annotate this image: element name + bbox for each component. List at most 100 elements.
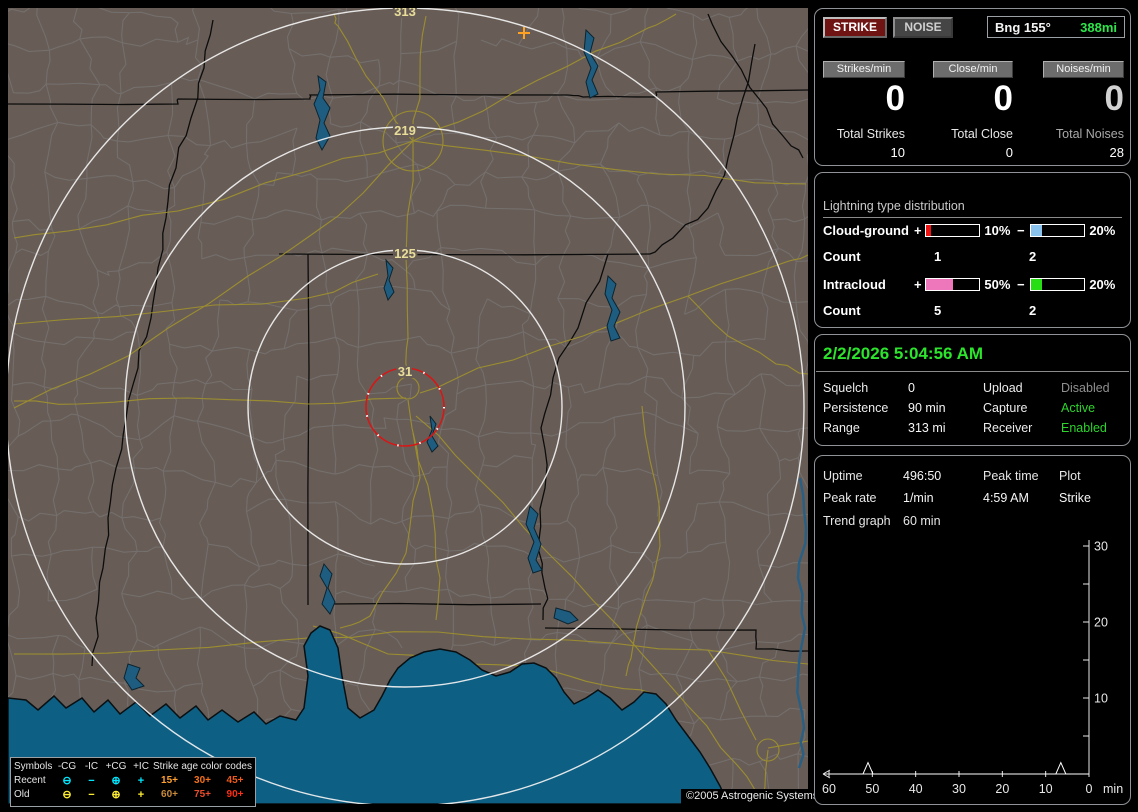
range-ring-label: 219: [394, 123, 416, 138]
legend-col-pos-cg: +CG: [105, 761, 127, 772]
svg-text:10: 10: [1039, 782, 1053, 796]
plus-sign: +: [914, 277, 922, 292]
plot-mode-value: Strike: [1059, 491, 1091, 505]
peak-rate-value: 1/min: [903, 491, 934, 505]
cloud-ground-positive-pct: 10%: [984, 223, 1011, 238]
neg-cg-old-icon: ⊖: [62, 789, 72, 801]
datetime-display: 2/2/2026 5:04:56 AM: [823, 344, 984, 363]
intracloud-positive-pct: 50%: [984, 277, 1011, 292]
noises-counter-column: Noises/min 0 Total Noises 28: [1027, 61, 1124, 160]
distribution-panel: Lightning type distribution Cloud-ground…: [814, 172, 1131, 328]
lightning-map[interactable]: 31 125 219 313: [8, 8, 808, 804]
status-row: Squelch 0 Upload Disabled: [823, 378, 1126, 398]
peak-time-value: 4:59 AM: [983, 491, 1029, 505]
intracloud-positive-count: 5: [934, 303, 942, 318]
upload-status: Disabled: [1061, 381, 1110, 395]
total-noises-label: Total Noises: [1055, 127, 1124, 141]
minus-sign: −: [1017, 223, 1025, 238]
strikes-per-min-value: 0: [885, 79, 905, 118]
svg-text:60: 60: [822, 782, 836, 796]
persistence-value: 90 min: [908, 401, 946, 415]
range-ring-label: 125: [394, 246, 416, 261]
age-60-label: 60+: [161, 789, 178, 800]
pos-cg-recent-icon: ⊕: [111, 775, 121, 787]
runtime-row: Peak rate 1/min 4:59 AM Strike: [823, 487, 1126, 509]
age-15-label: 15+: [161, 775, 178, 786]
cloud-ground-positive-bar: [924, 224, 981, 237]
age-75-label: 75+: [194, 789, 211, 800]
capture-label: Capture: [983, 401, 1028, 415]
trend-panel: Uptime 496:50 Peak time Plot Peak rate 1…: [814, 455, 1131, 805]
legend-col-neg-ic: -IC: [84, 761, 99, 772]
capture-status: Active: [1061, 401, 1096, 415]
svg-text:30: 30: [952, 782, 966, 796]
range-label: Range: [823, 421, 860, 435]
noise-toggle-button[interactable]: NOISE: [893, 17, 953, 38]
legend-recent-label: Recent: [14, 775, 46, 786]
svg-text:50: 50: [865, 782, 879, 796]
total-strikes-value: 10: [890, 145, 905, 160]
close-per-min-button[interactable]: Close/min: [933, 61, 1013, 78]
pos-cg-old-icon: ⊕: [111, 789, 121, 801]
peak-time-label: Peak time: [983, 469, 1039, 483]
range-value: 313 mi: [908, 421, 946, 435]
divider: [816, 371, 1129, 372]
pos-ic-recent-icon: +: [137, 775, 145, 787]
status-panel: 2/2/2026 5:04:56 AM Squelch 0 Upload Dis…: [814, 334, 1131, 446]
pos-ic-old-icon: +: [137, 789, 145, 801]
legend-col-pos-ic: +IC: [133, 761, 149, 772]
status-row: Range 313 mi Receiver Enabled: [823, 418, 1126, 438]
total-close-label: Total Close: [951, 127, 1013, 141]
total-strikes-label: Total Strikes: [836, 127, 905, 141]
svg-text:min: min: [1103, 782, 1123, 796]
intracloud-negative-bar: [1029, 278, 1086, 291]
neg-ic-old-icon: −: [88, 789, 95, 801]
strikes-counter-column: Strikes/min 0 Total Strikes 10: [823, 61, 905, 160]
distribution-title: Lightning type distribution: [823, 199, 1122, 218]
total-close-value: 0: [1005, 145, 1013, 160]
range-ring-label: 313: [394, 8, 416, 19]
intracloud-label: Intracloud: [823, 277, 886, 292]
counters-panel: STRIKE NOISE Bng 155° 388mi Strikes/min …: [814, 8, 1131, 166]
svg-text:10: 10: [1094, 692, 1108, 706]
intracloud-count-row: Count 5 2: [823, 303, 1122, 318]
svg-text:40: 40: [909, 782, 923, 796]
bearing-display: Bng 155° 388mi: [987, 16, 1125, 38]
runtime-row: Uptime 496:50 Peak time Plot: [823, 465, 1126, 487]
age-30-label: 30+: [194, 775, 211, 786]
status-row: Persistence 90 min Capture Active: [823, 398, 1126, 418]
neg-cg-recent-icon: ⊖: [62, 775, 72, 787]
bearing-label: Bng 155°: [995, 19, 1051, 35]
count-label: Count: [823, 303, 861, 318]
strike-toggle-button[interactable]: STRIKE: [823, 17, 887, 38]
cloud-ground-negative-bar: [1029, 224, 1086, 237]
legend-age-title: Strike age color codes: [153, 761, 252, 772]
count-label: Count: [823, 249, 861, 264]
total-noises-value: 28: [1109, 145, 1124, 160]
receiver-status: Enabled: [1061, 421, 1107, 435]
intracloud-negative-pct: 20%: [1089, 277, 1116, 292]
uptime-label: Uptime: [823, 469, 863, 483]
intracloud-row: Intracloud + 50% − 20%: [823, 277, 1122, 292]
legend-col-neg-cg: -CG: [57, 761, 77, 772]
peak-rate-label: Peak rate: [823, 491, 877, 505]
upload-label: Upload: [983, 381, 1023, 395]
close-per-min-value: 0: [993, 79, 1013, 118]
cloud-ground-negative-count: 2: [1029, 249, 1037, 264]
noises-per-min-button[interactable]: Noises/min: [1043, 61, 1124, 78]
receiver-label: Receiver: [983, 421, 1033, 435]
persistence-label: Persistence: [823, 401, 889, 415]
intracloud-positive-bar: [924, 278, 981, 291]
plus-sign: +: [914, 223, 922, 238]
close-counter-column: Close/min 0 Total Close 0: [933, 61, 1013, 160]
cloud-ground-negative-pct: 20%: [1089, 223, 1116, 238]
strikes-per-min-button[interactable]: Strikes/min: [823, 61, 905, 78]
noises-per-min-value: 0: [1104, 79, 1124, 118]
map-legend: Symbols -CG -IC +CG +IC Strike age color…: [10, 757, 256, 807]
intracloud-negative-count: 2: [1029, 303, 1037, 318]
cloud-ground-positive-count: 1: [934, 249, 942, 264]
uptime-value: 496:50: [903, 469, 942, 483]
cloud-ground-row: Cloud-ground + 10% − 20%: [823, 223, 1122, 238]
age-45-label: 45+: [226, 775, 244, 786]
age-90-label: 90+: [226, 789, 244, 800]
